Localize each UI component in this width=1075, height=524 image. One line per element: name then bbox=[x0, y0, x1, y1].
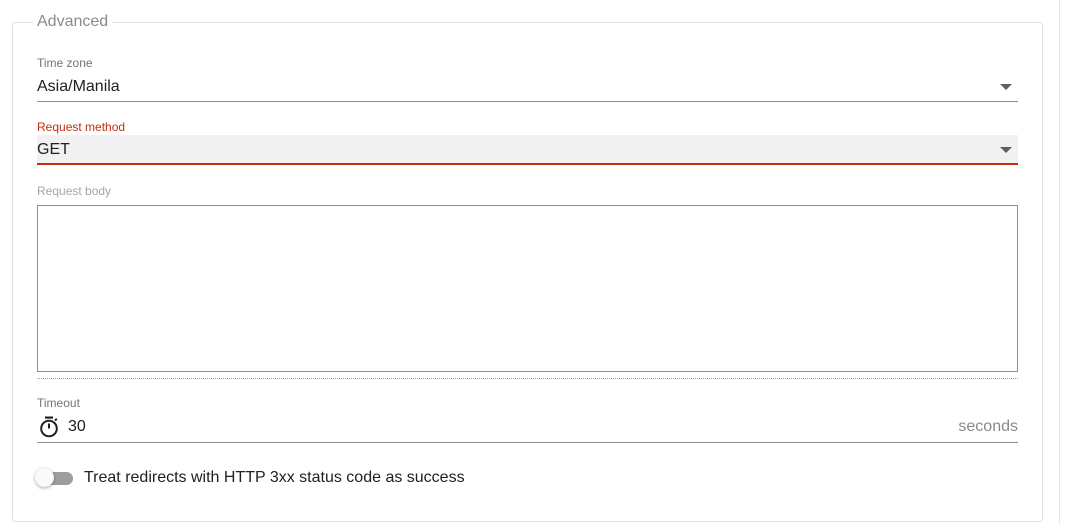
request-method-select[interactable]: GET bbox=[37, 135, 1018, 165]
timeout-label: Timeout bbox=[37, 396, 80, 410]
timeout-suffix: seconds bbox=[958, 418, 1018, 435]
request-method-value: GET bbox=[37, 141, 70, 158]
redirects-toggle[interactable] bbox=[35, 466, 73, 490]
redirects-toggle-label: Treat redirects with HTTP 3xx status cod… bbox=[84, 469, 465, 486]
redirects-toggle-row: Treat redirects with HTTP 3xx status cod… bbox=[35, 466, 465, 490]
request-body-textarea[interactable] bbox=[37, 205, 1018, 372]
scrollbar[interactable] bbox=[1059, 0, 1075, 524]
stopwatch-icon bbox=[38, 416, 60, 443]
time-zone-value: Asia/Manila bbox=[37, 78, 120, 95]
toggle-thumb bbox=[35, 468, 54, 487]
time-zone-select[interactable]: Asia/Manila bbox=[37, 72, 1018, 102]
timeout-field: seconds bbox=[37, 413, 1018, 443]
divider bbox=[37, 378, 1018, 379]
section-legend: Advanced bbox=[37, 13, 109, 30]
request-body-label: Request body bbox=[37, 184, 112, 198]
time-zone-label: Time zone bbox=[37, 56, 93, 70]
dropdown-arrow-icon bbox=[1000, 147, 1012, 153]
dropdown-arrow-icon bbox=[1000, 84, 1012, 90]
advanced-settings-page: Advanced Time zone Asia/Manila Request m… bbox=[0, 0, 1075, 524]
request-method-label: Request method bbox=[37, 120, 126, 134]
timeout-input[interactable] bbox=[68, 416, 868, 438]
